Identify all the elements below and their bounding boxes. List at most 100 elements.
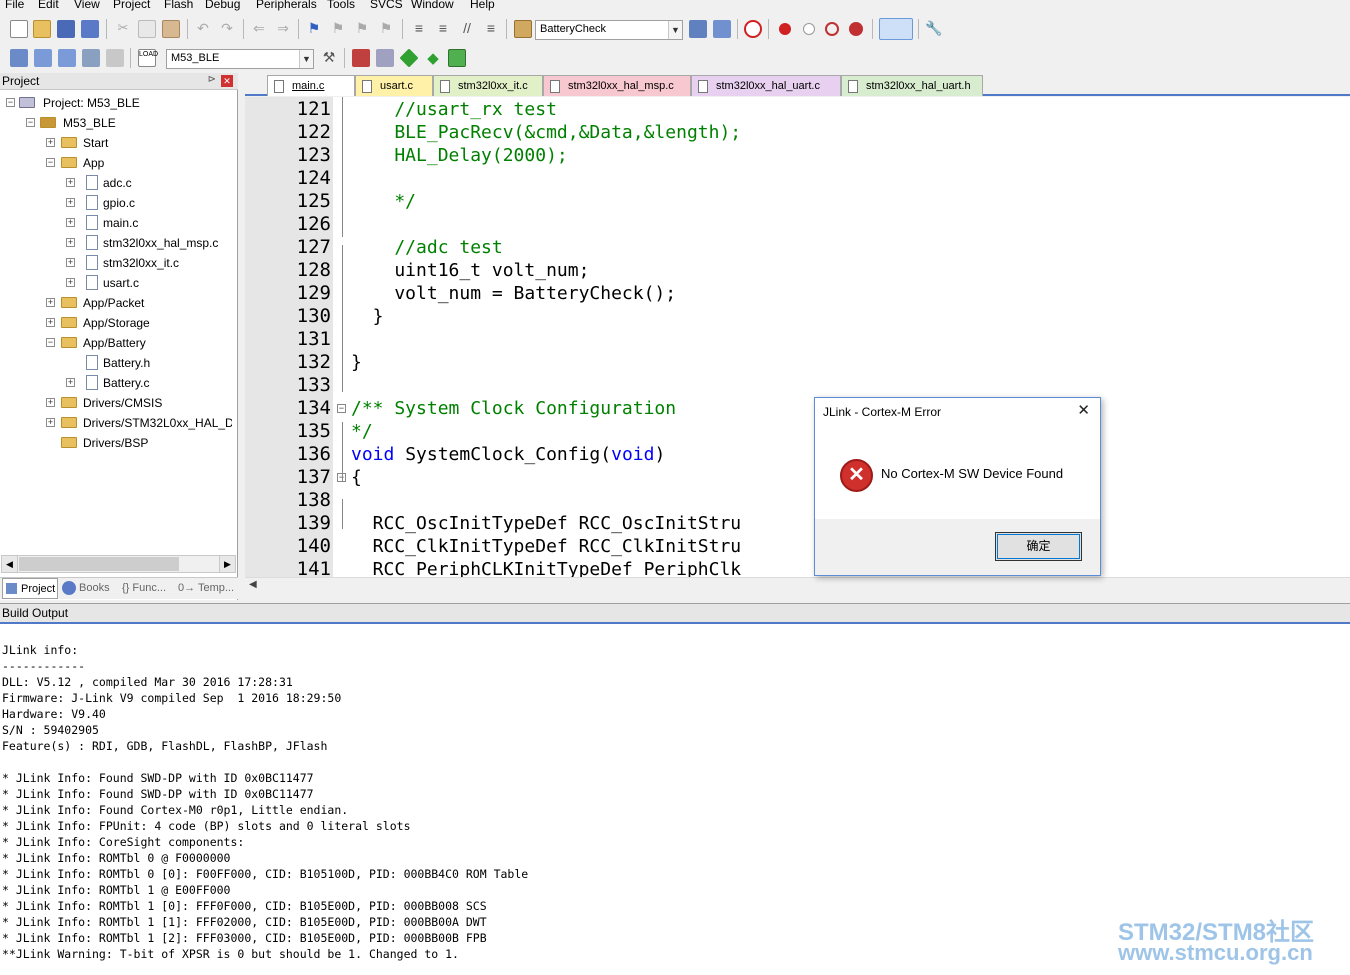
scroll-right-icon[interactable]: ▶ <box>219 556 235 572</box>
tab-books[interactable]: Books <box>60 578 116 599</box>
target-options-icon[interactable]: ⚒ <box>320 49 338 67</box>
collapse-icon[interactable]: − <box>46 158 55 167</box>
rebuild-icon[interactable] <box>58 49 76 67</box>
tree-group[interactable]: − App/Battery <box>46 334 232 352</box>
prev-bookmark-icon[interactable]: ⚑ <box>329 20 347 38</box>
tree-group[interactable]: Battery.h <box>66 354 232 372</box>
menu-item-edit[interactable]: Edit <box>38 0 59 11</box>
menu-item-window[interactable]: Window <box>411 0 454 11</box>
tab-usart-c[interactable]: usart.c <box>355 75 433 96</box>
menu-item-debug[interactable]: Debug <box>205 0 240 11</box>
expand-icon[interactable]: + <box>66 218 75 227</box>
window-layout-icon[interactable] <box>879 18 913 40</box>
next-bookmark-icon[interactable]: ⚑ <box>353 20 371 38</box>
configure-icon[interactable]: 🔧 <box>925 20 943 38</box>
tree-group[interactable]: Drivers/BSP <box>46 434 232 452</box>
project-hscrollbar[interactable]: ◀ ▶ <box>1 555 236 573</box>
menu-item-peripherals[interactable]: Peripherals <box>256 0 317 11</box>
expand-icon[interactable]: + <box>66 178 75 187</box>
stop-build-icon[interactable] <box>106 49 124 67</box>
disable-all-breakpoints-icon[interactable] <box>825 22 839 36</box>
editor-hscrollbar[interactable]: ◀ <box>245 577 1350 594</box>
tree-group[interactable]: + Drivers/CMSIS <box>46 394 232 412</box>
open-file-icon[interactable] <box>33 20 51 38</box>
expand-icon[interactable]: + <box>46 418 55 427</box>
build-icon[interactable] <box>34 49 52 67</box>
nav-back-icon[interactable]: ⇐ <box>250 20 268 38</box>
breakpoint-icon[interactable] <box>779 23 791 35</box>
tree-file[interactable]: + usart.c <box>66 274 232 292</box>
bookmark-icon[interactable]: ⚑ <box>305 20 323 38</box>
pack-installer-icon[interactable] <box>399 48 419 68</box>
expand-icon[interactable]: + <box>46 298 55 307</box>
tab-stm32l0xx_hal_uart-h[interactable]: stm32l0xx_hal_uart.h <box>841 75 983 96</box>
clear-bookmarks-icon[interactable]: ⚑ <box>377 20 395 38</box>
scroll-left-icon[interactable]: ◀ <box>2 556 18 572</box>
menu-item-svcs[interactable]: SVCS <box>370 0 403 11</box>
menu-item-help[interactable]: Help <box>470 0 495 11</box>
file-extensions-icon[interactable] <box>352 49 370 67</box>
expand-icon[interactable]: + <box>66 278 75 287</box>
expand-icon[interactable]: + <box>46 398 55 407</box>
expand-icon[interactable]: + <box>46 318 55 327</box>
paste-icon[interactable] <box>162 20 180 38</box>
undo-icon[interactable]: ↶ <box>194 20 212 38</box>
tree-file[interactable]: + stm32l0xx_it.c <box>66 254 232 272</box>
translate-icon[interactable] <box>10 49 28 67</box>
tab-stm32l0xx_hal_uart-c[interactable]: stm32l0xx_hal_uart.c <box>691 75 841 96</box>
find-function-icon[interactable] <box>514 20 532 38</box>
function-combo[interactable]: BatteryCheck ▼ <box>535 20 683 40</box>
disable-breakpoint-icon[interactable] <box>803 23 815 35</box>
redo-icon[interactable]: ↷ <box>218 20 236 38</box>
expand-icon[interactable]: + <box>66 258 75 267</box>
find-icon[interactable] <box>689 20 707 38</box>
tree-group[interactable]: + App/Storage <box>46 314 232 332</box>
indent-icon[interactable]: ≡ <box>410 20 428 38</box>
expand-icon[interactable]: + <box>66 378 75 387</box>
tab-functions[interactable]: {} Func... <box>119 578 175 599</box>
debug-start-icon[interactable] <box>744 20 762 38</box>
cut-icon[interactable]: ✂ <box>114 20 132 38</box>
close-icon[interactable]: ✕ <box>1077 401 1090 419</box>
unindent-icon[interactable]: ≡ <box>434 20 452 38</box>
expand-icon[interactable]: + <box>66 198 75 207</box>
close-icon[interactable]: ✕ <box>221 75 233 87</box>
tab-main-c[interactable]: main.c <box>267 75 355 96</box>
menu-item-flash[interactable]: Flash <box>164 0 193 11</box>
menu-item-view[interactable]: View <box>74 0 100 11</box>
tree-file[interactable]: + adc.c <box>66 174 232 192</box>
target-select[interactable]: M53_BLE ▼ <box>166 49 314 69</box>
tab-stm32l0xx_hal_msp-c[interactable]: stm32l0xx_hal_msp.c <box>543 75 691 96</box>
tree-file[interactable]: + stm32l0xx_hal_msp.c <box>66 234 232 252</box>
save-icon[interactable] <box>57 20 75 38</box>
tree-group[interactable]: − M53_BLE <box>26 114 232 132</box>
tree-file[interactable]: + main.c <box>66 214 232 232</box>
tree-group[interactable]: + Drivers/STM32L0xx_HAL_Driv <box>46 414 232 432</box>
nav-forward-icon[interactable]: ⇒ <box>274 20 292 38</box>
collapse-icon[interactable]: − <box>46 338 55 347</box>
tab-stm32l0xx_it-c[interactable]: stm32l0xx_it.c <box>433 75 543 96</box>
new-file-icon[interactable] <box>10 20 28 38</box>
tree-group[interactable]: + Start <box>46 134 232 152</box>
code-editor[interactable]: 121 122 123 124 125 126 127 128 129 130 131 132 133 1… <box>245 97 1350 577</box>
run-time-env-icon[interactable] <box>448 49 466 67</box>
menu-item-project[interactable]: Project <box>113 0 150 11</box>
expand-icon[interactable]: + <box>46 138 55 147</box>
manage-components-icon[interactable] <box>376 49 394 67</box>
tree-root[interactable]: − Project: M53_BLE <box>6 94 232 112</box>
collapse-icon[interactable]: − <box>6 98 15 107</box>
expand-icon[interactable]: + <box>66 238 75 247</box>
scroll-left-icon[interactable]: ◀ <box>249 579 257 590</box>
tab-project[interactable]: Project <box>2 578 58 599</box>
replace-icon[interactable] <box>713 20 731 38</box>
tree-file[interactable]: + Battery.c <box>66 374 232 392</box>
scroll-thumb[interactable] <box>19 557 179 571</box>
collapse-icon[interactable]: − <box>26 118 35 127</box>
save-all-icon[interactable] <box>81 20 99 38</box>
menu-item-file[interactable]: File <box>5 0 24 11</box>
tree-group[interactable]: + App/Packet <box>46 294 232 312</box>
pin-icon[interactable]: ⊳ <box>208 74 216 85</box>
batch-build-icon[interactable] <box>82 49 100 67</box>
uncomment-icon[interactable]: ≡ <box>482 20 500 38</box>
tree-group[interactable]: − App <box>46 154 232 172</box>
